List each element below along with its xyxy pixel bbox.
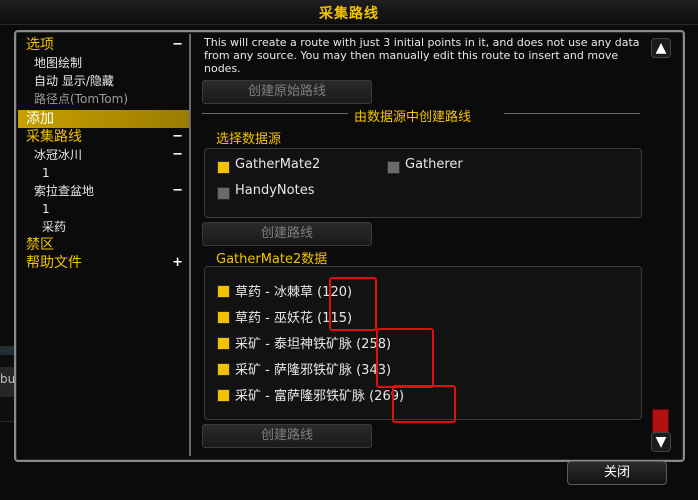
gatherer-checkbox[interactable]	[387, 161, 400, 174]
sidebar-item-map-drawing[interactable]: 地图绘制	[34, 54, 189, 72]
sidebar-item-forbidden-zones[interactable]: 禁区	[26, 236, 189, 254]
item-name: 采矿 - 萨隆邪铁矿脉	[235, 363, 352, 378]
sidebar-item-label: 选项	[26, 37, 54, 53]
sidebar-item-add[interactable]: 添加	[18, 110, 189, 128]
item-checkbox-4[interactable]	[217, 389, 230, 402]
item-name: 采矿 - 泰坦神铁矿脉	[235, 337, 352, 352]
section-divider-right	[504, 113, 640, 114]
sidebar-item-label: 冰冠冰川	[34, 148, 83, 162]
sidebar-item-sholazar-1[interactable]: 1	[42, 200, 189, 218]
sidebar-item-help-files[interactable]: 帮助文件 +	[26, 254, 189, 272]
sidebar-item-label: 1	[42, 202, 50, 216]
sidebar-item-label: 添加	[26, 111, 54, 127]
sidebar-item-label: 采集路线	[26, 129, 82, 145]
sidebar-item-label: 采药	[42, 220, 67, 234]
route-description: This will create a route with just 3 ini…	[204, 36, 640, 75]
item-checkbox-2[interactable]	[217, 337, 230, 350]
item-label-3: 采矿 - 萨隆邪铁矿脉 (343)	[235, 359, 391, 378]
collapse-icon[interactable]: −	[172, 128, 183, 146]
sidebar-item-auto-show-hide[interactable]: 自动 显示/隐藏	[34, 72, 189, 90]
sidebar-item-waypoints-tomtom[interactable]: 路径点(TomTom)	[34, 90, 189, 108]
sidebar-item-label: 路径点(TomTom)	[34, 92, 129, 106]
section-divider-left	[202, 113, 348, 114]
sidebar-item-sholazar[interactable]: 索拉查盆地 −	[34, 182, 189, 200]
sidebar-item-label: 帮助文件	[26, 255, 82, 271]
expand-icon[interactable]: +	[172, 254, 183, 272]
sidebar-item-gather-routes[interactable]: 采集路线 −	[26, 128, 189, 146]
gathermate2-checkbox[interactable]	[217, 161, 230, 174]
gatherer-label: Gatherer	[405, 157, 463, 172]
select-source-title: 选择数据源	[216, 132, 282, 147]
scroll-up-icon[interactable]: ▲	[651, 38, 671, 58]
handynotes-checkbox[interactable]	[217, 187, 230, 200]
create-original-route-button[interactable]: 创建原始路线	[202, 80, 372, 104]
collapse-icon[interactable]: −	[172, 146, 183, 164]
create-route-button-1[interactable]: 创建路线	[202, 222, 372, 246]
collapse-icon[interactable]: −	[172, 36, 183, 54]
sidebar-item-herbalism[interactable]: 采药	[42, 218, 189, 236]
item-name: 草药 - 冰棘草	[235, 285, 313, 300]
sidebar: 选项 − 地图绘制 自动 显示/隐藏 路径点(TomTom) 添加 采集路线 −…	[18, 34, 191, 456]
gathermate-section-title: GatherMate2数据	[216, 252, 328, 267]
scrollbar[interactable]	[650, 38, 672, 450]
collapse-icon[interactable]: −	[172, 182, 183, 200]
sidebar-item-icecrown-1[interactable]: 1	[42, 164, 189, 182]
item-name: 采矿 - 富萨隆邪铁矿脉	[235, 389, 365, 404]
title-bar: 采集路线	[0, 0, 698, 25]
scroll-thumb[interactable]	[652, 409, 669, 434]
item-checkbox-1[interactable]	[217, 311, 230, 324]
create-route-button-2[interactable]: 创建路线	[202, 424, 372, 448]
item-checkbox-3[interactable]	[217, 363, 230, 376]
highlight-mining-counts	[376, 328, 434, 388]
scroll-down-icon[interactable]: ▼	[651, 432, 671, 452]
route-window: bulker 采集路线 选项 − 地图绘制 自动 显示/隐藏 路径点(TomTo…	[0, 0, 698, 500]
from-source-header: 由数据源中创建路线	[354, 110, 472, 125]
handynotes-label: HandyNotes	[235, 183, 315, 198]
sidebar-item-label: 索拉查盆地	[34, 184, 95, 198]
sidebar-item-options[interactable]: 选项 −	[26, 36, 189, 54]
select-source-box: GatherMate2 Gatherer HandyNotes	[204, 148, 642, 218]
sidebar-item-label: 1	[42, 166, 50, 180]
item-label-2: 采矿 - 泰坦神铁矿脉 (258)	[235, 333, 391, 352]
sidebar-item-label: 自动 显示/隐藏	[34, 74, 114, 88]
gathermate2-label: GatherMate2	[235, 157, 321, 172]
sidebar-item-label: 禁区	[26, 237, 54, 253]
sidebar-item-icecrown[interactable]: 冰冠冰川 −	[34, 146, 189, 164]
item-checkbox-0[interactable]	[217, 285, 230, 298]
close-button[interactable]: 关闭	[567, 461, 667, 485]
item-name: 草药 - 巫妖花	[235, 311, 313, 326]
highlight-rich-saronite-count	[392, 385, 456, 423]
sidebar-item-label: 地图绘制	[34, 56, 83, 70]
highlight-herb-counts	[329, 277, 377, 331]
window-title: 采集路线	[319, 6, 379, 22]
